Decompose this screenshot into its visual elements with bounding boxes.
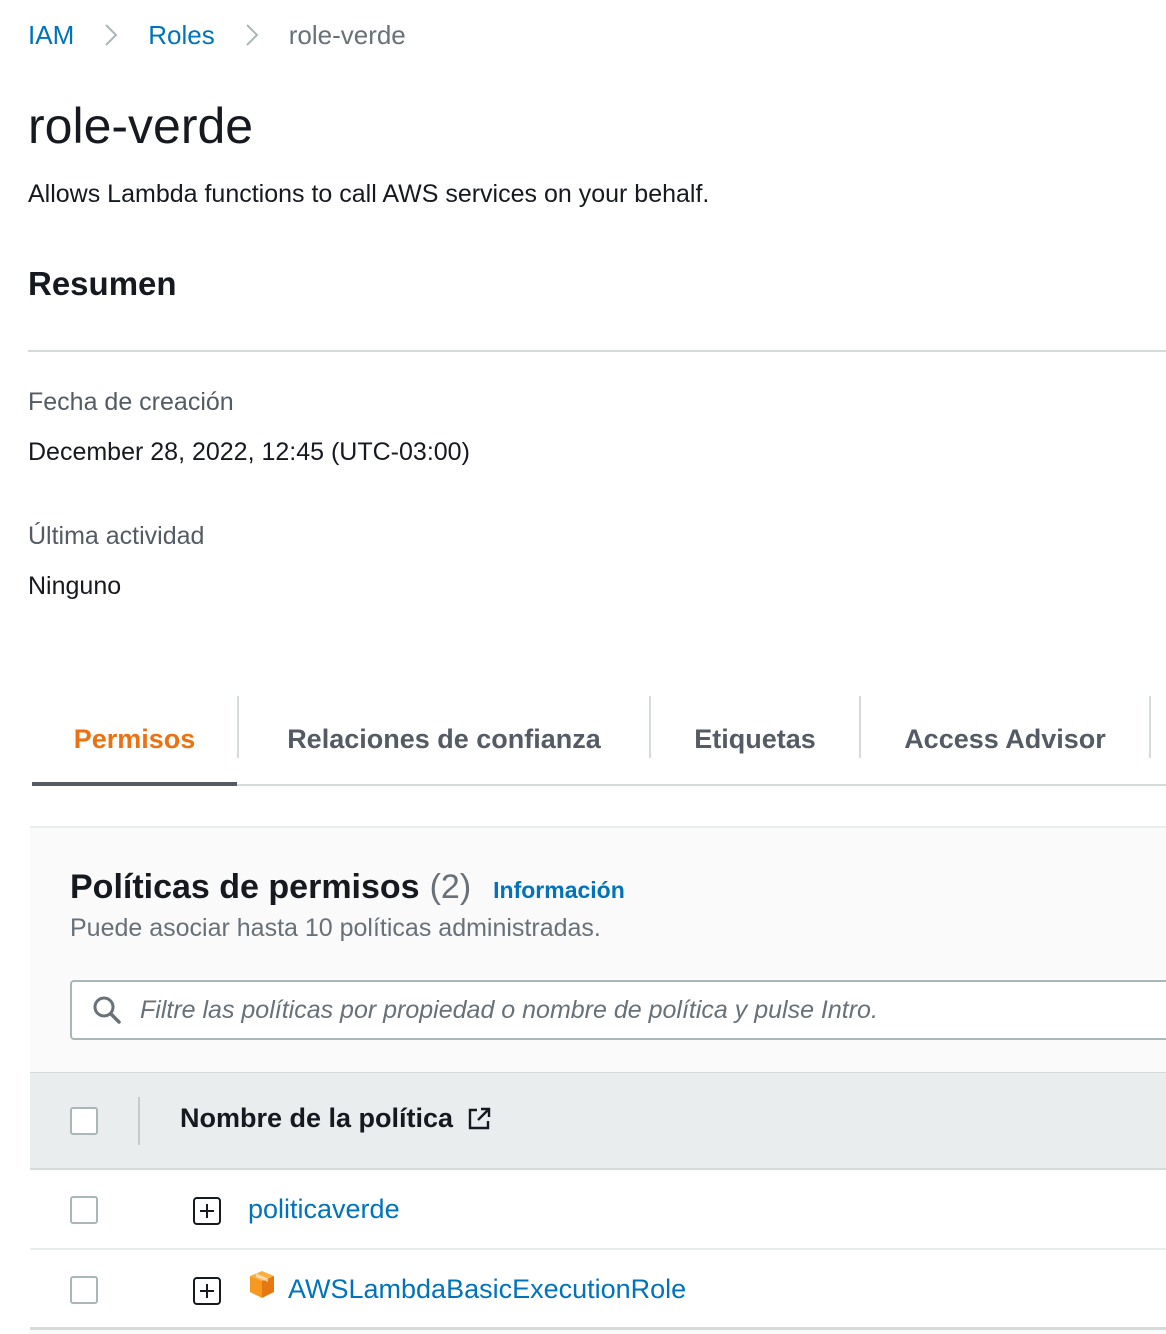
plus-square-icon[interactable] — [192, 1196, 222, 1226]
tab-access-advisor[interactable]: Access Advisor — [861, 694, 1149, 784]
policy-count: (2) — [429, 868, 472, 906]
breadcrumb-current: role-verde — [288, 20, 406, 50]
last-activity-value: Ninguno — [28, 572, 122, 600]
column-header-label: Nombre de la política — [180, 1103, 454, 1133]
tab-bar: Permisos Relaciones de confianza Etiquet… — [32, 694, 1166, 786]
policy-link[interactable]: politicaverde — [248, 1192, 400, 1226]
breadcrumb-roles[interactable]: Roles — [148, 18, 214, 52]
panel-title: Políticas de permisos — [70, 868, 420, 906]
aws-managed-icon — [250, 1271, 274, 1298]
panel-header: Políticas de permisos (2) Información — [70, 868, 625, 907]
row-checkbox[interactable] — [70, 1276, 98, 1304]
table-row: AWSLambdaBasicExecutionRole — [30, 1250, 1166, 1330]
search-input[interactable] — [140, 995, 1166, 1025]
select-all-checkbox[interactable] — [70, 1107, 98, 1135]
info-link[interactable]: Información — [493, 877, 625, 904]
breadcrumb: IAM Roles role-verde — [28, 18, 406, 52]
policy-link[interactable]: AWSLambdaBasicExecutionRole — [288, 1272, 686, 1306]
iam-role-page: IAM Roles role-verde role-verde Allows L… — [0, 0, 1166, 1334]
chevron-right-icon — [215, 23, 289, 47]
search-icon — [93, 996, 121, 1024]
plus-square-icon[interactable] — [192, 1276, 222, 1306]
table-row: politicaverde — [30, 1170, 1166, 1250]
created-value: December 28, 2022, 12:45 (UTC-03:00) — [28, 438, 470, 466]
tab-divider — [1149, 696, 1151, 758]
column-policy-name[interactable]: Nombre de la política — [180, 1103, 493, 1134]
permissions-policies-panel: Políticas de permisos (2) Información Pu… — [30, 826, 1166, 1334]
page-title: role-verde — [28, 98, 254, 154]
divider — [28, 350, 1166, 352]
breadcrumb-iam[interactable]: IAM — [28, 18, 74, 52]
tab-etiquetas[interactable]: Etiquetas — [651, 694, 859, 784]
external-link-icon — [468, 1107, 491, 1129]
tab-permisos[interactable]: Permisos — [32, 694, 237, 786]
tab-relaciones-de-confianza[interactable]: Relaciones de confianza — [239, 694, 649, 784]
created-label: Fecha de creación — [28, 388, 234, 416]
role-description: Allows Lambda functions to call AWS serv… — [28, 180, 710, 208]
last-activity-label: Última actividad — [28, 522, 205, 550]
row-checkbox[interactable] — [70, 1196, 98, 1224]
summary-title: Resumen — [28, 265, 177, 302]
policy-filter — [70, 980, 1166, 1040]
panel-subtitle: Puede asociar hasta 10 políticas adminis… — [70, 914, 601, 942]
chevron-right-icon — [74, 23, 148, 47]
column-divider — [138, 1097, 140, 1145]
table-header: Nombre de la política — [30, 1072, 1166, 1170]
